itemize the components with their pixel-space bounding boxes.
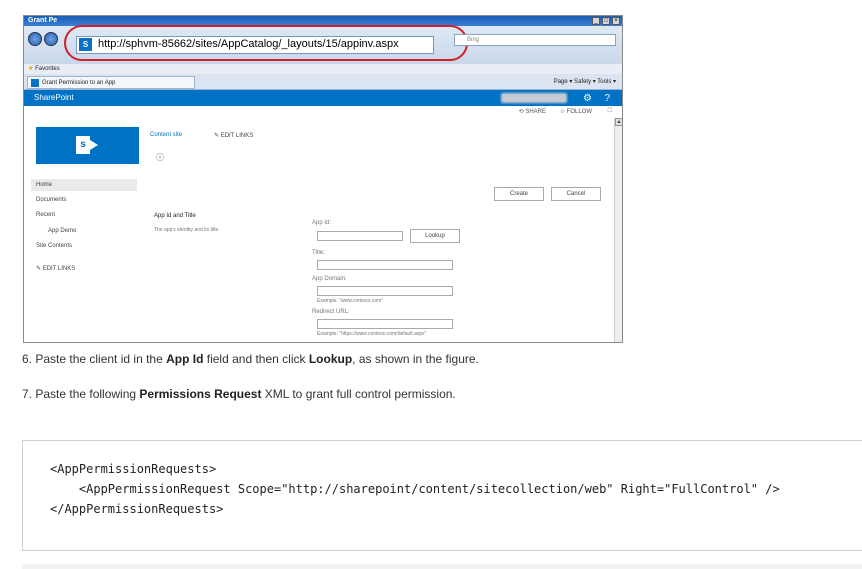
maximize-icon[interactable]: □ [602,17,610,25]
code-content[interactable]: <AppPermissionRequests> <AppPermissionRe… [50,459,780,519]
redirect-url-input[interactable] [317,319,453,329]
sharepoint-arrow-icon [90,140,98,150]
user-name-blurred[interactable] [501,93,567,103]
bottom-divider [22,564,862,569]
tab-grant-permission[interactable]: Grant Permission to an App [27,76,195,89]
settings-gear-icon[interactable]: ⚙ [583,93,592,104]
tab-favicon-icon [31,79,39,87]
lookup-button[interactable]: Lookup [410,229,460,243]
site-logo[interactable]: s [36,127,139,164]
nav-item-home[interactable]: Home [36,182,52,188]
nav-item-documents[interactable]: Documents [36,197,66,203]
app-id-emphasis: App Id [166,352,204,366]
share-follow-bar: ⟲ SHARE ☆ FOLLOW ⛶ [24,106,622,118]
focus-icon[interactable]: ⛶ [608,108,612,115]
share-link[interactable]: ⟲ SHARE [519,108,546,115]
screenshot-figure: Grant Pe _ □ × S http://sphvm-85662/site… [23,15,623,343]
step-6-text: 6. Paste the client id in the App Id fie… [22,352,479,366]
favorites-star-icon[interactable]: ★ [28,66,33,72]
cancel-button[interactable]: Cancel [551,187,601,201]
page-scrollbar[interactable]: ▲ [614,118,622,342]
section-title: App Id and Title [154,213,196,219]
app-domain-input[interactable] [317,286,453,296]
favorites-bar: ★ Favorites [24,64,622,74]
edit-links-top[interactable]: ✎ EDIT LINKS [214,132,253,139]
nav-item-site-contents[interactable]: Site Contents [36,243,72,249]
forward-icon[interactable] [44,32,58,46]
app-id-input[interactable] [317,231,403,241]
nav-item-app-demo[interactable]: App Demo [48,228,76,234]
highlight-oval [64,25,468,61]
command-bar[interactable]: Page ▾ Safety ▾ Tools ▾ [554,76,616,88]
scroll-up-icon[interactable]: ▲ [615,118,622,126]
code-line-2: <AppPermissionRequest Scope="http://shar… [50,482,780,496]
step-7-text: 7. Paste the following Permissions Reque… [22,387,456,401]
tab-row: Grant Permission to an App Page ▾ Safety… [24,74,622,90]
tab-title: Grant Permission to an App [42,80,116,86]
redirect-url-example: Example: "https://www.contoso.com/defaul… [317,331,427,337]
close-icon[interactable]: × [612,17,620,25]
suite-title[interactable]: SharePoint [34,93,74,102]
app-domain-label: App Domain: [312,276,347,282]
search-input[interactable]: Bing [454,34,616,46]
create-button[interactable]: Create [494,187,544,201]
nav-edit-links[interactable]: ✎ EDIT LINKS [36,265,75,272]
nav-item-recent[interactable]: Recent [36,212,55,218]
info-icon[interactable]: ⓘ [156,152,164,163]
lookup-emphasis: Lookup [308,352,353,366]
section-description: The app's identity and its title. [154,227,220,233]
permissions-request-emphasis: Permissions Request [139,387,262,401]
app-id-label: App Id: [312,220,332,226]
code-line-1: <AppPermissionRequests> [50,462,217,476]
follow-link[interactable]: ☆ FOLLOW [560,108,592,115]
app-domain-example: Example: "www.contoso.com" [317,298,384,304]
code-line-3: </AppPermissionRequests> [50,502,224,516]
code-block[interactable]: <AppPermissionRequests> <AppPermissionRe… [22,440,862,551]
breadcrumb-content-site[interactable]: Content site [150,132,182,138]
favorites-label[interactable]: Favorites [35,66,60,72]
help-icon[interactable]: ? [604,93,610,104]
window-title: Grant Pe [28,17,58,24]
back-icon[interactable] [28,32,42,46]
title-input[interactable] [317,260,453,270]
minimize-icon[interactable]: _ [592,17,600,25]
sharepoint-s-icon: s [76,136,90,154]
redirect-url-label: Redirect URL: [312,309,350,315]
title-label: Title: [312,250,325,256]
